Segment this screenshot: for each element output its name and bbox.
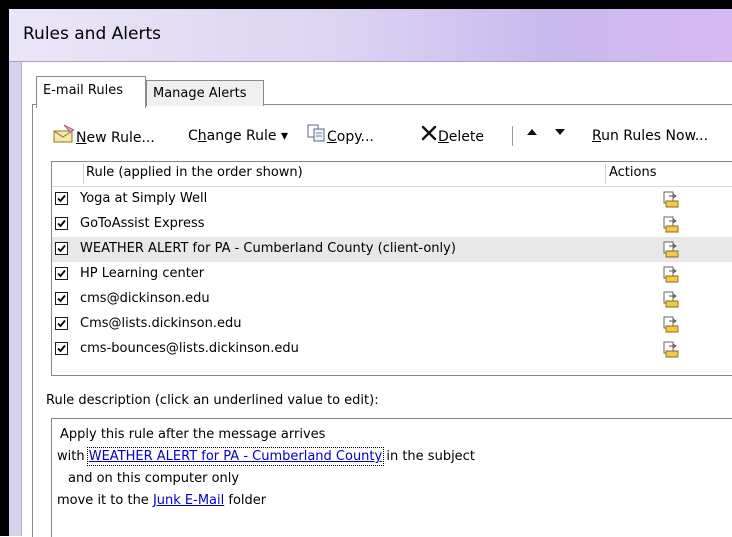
move-up-button[interactable] bbox=[524, 124, 540, 148]
move-to-folder-icon bbox=[662, 240, 680, 262]
rule-name: Yoga at Simply Well bbox=[80, 191, 208, 206]
rules-list[interactable]: Rule (applied in the order shown) Action… bbox=[51, 161, 732, 376]
description-line-action: move it to the Junk E-Mail folder bbox=[57, 493, 266, 508]
delete-x-icon bbox=[420, 124, 438, 150]
run-rules-label: un Rules Now... bbox=[601, 128, 709, 144]
run-rules-accel: R bbox=[592, 128, 602, 144]
junk-email-folder-link[interactable]: Junk E-Mail bbox=[153, 493, 224, 508]
window-title: Rules and Alerts bbox=[23, 24, 161, 44]
move-down-button[interactable] bbox=[552, 124, 568, 148]
new-rule-button[interactable]: New Rule... bbox=[52, 124, 155, 148]
tab-email-rules[interactable]: E-mail Rules bbox=[36, 76, 146, 108]
new-rule-label: ew Rule... bbox=[86, 130, 155, 146]
description-line-client-only: and on this computer only bbox=[68, 471, 240, 486]
column-header-rule[interactable]: Rule (applied in the order shown) bbox=[86, 165, 303, 180]
subject-words-link[interactable]: WEATHER ALERT for PA - Cumberland County bbox=[86, 447, 385, 466]
arrow-down-icon bbox=[552, 124, 568, 148]
rule-row[interactable]: HP Learning center bbox=[52, 262, 732, 287]
window-border-top bbox=[0, 0, 732, 9]
condition-prefix: with bbox=[57, 449, 89, 464]
rule-row-selected[interactable]: WEATHER ALERT for PA - Cumberland County… bbox=[52, 237, 732, 262]
action-prefix: move it to the bbox=[57, 493, 153, 508]
rule-name: Cms@lists.dickinson.edu bbox=[80, 316, 242, 331]
column-header-actions[interactable]: Actions bbox=[609, 165, 657, 180]
description-line-condition: with WEATHER ALERT for PA - Cumberland C… bbox=[57, 447, 475, 466]
rule-description-box: Apply this rule after the message arrive… bbox=[51, 418, 732, 537]
rule-enabled-checkbox[interactable] bbox=[55, 192, 68, 205]
rule-name: cms-bounces@lists.dickinson.edu bbox=[80, 341, 299, 356]
rule-row[interactable]: Yoga at Simply Well bbox=[52, 187, 732, 212]
copy-label: opy... bbox=[336, 129, 374, 145]
window-border-left bbox=[0, 0, 9, 536]
delete-label: elete bbox=[448, 129, 484, 145]
copy-accel: C bbox=[327, 129, 337, 145]
move-to-folder-icon bbox=[662, 290, 680, 312]
description-line-trigger: Apply this rule after the message arrive… bbox=[60, 427, 326, 442]
rule-enabled-checkbox[interactable] bbox=[55, 292, 68, 305]
delete-accel: D bbox=[438, 129, 449, 145]
rule-row[interactable]: cms-bounces@lists.dickinson.edu bbox=[52, 337, 732, 362]
title-bar[interactable]: Rules and Alerts bbox=[9, 9, 732, 62]
header-divider bbox=[605, 164, 606, 184]
rule-enabled-checkbox[interactable] bbox=[55, 217, 68, 230]
rule-name: WEATHER ALERT for PA - Cumberland County… bbox=[80, 241, 456, 256]
rule-description-label: Rule description (click an underlined va… bbox=[46, 393, 379, 408]
delete-button[interactable]: Delete bbox=[420, 124, 484, 148]
change-rule-button[interactable]: Change Rule ▾ bbox=[188, 124, 288, 148]
tab-manage-alerts[interactable]: Manage Alerts bbox=[146, 80, 264, 106]
rule-name: cms@dickinson.edu bbox=[80, 291, 210, 306]
copy-icon bbox=[307, 124, 327, 150]
rule-enabled-checkbox[interactable] bbox=[55, 267, 68, 280]
move-to-folder-icon bbox=[662, 215, 680, 237]
rule-name: HP Learning center bbox=[80, 266, 205, 281]
tab-manage-alerts-label: Manage Alerts bbox=[153, 86, 247, 101]
toolbar-separator bbox=[512, 126, 513, 146]
new-rule-accel: N bbox=[76, 130, 87, 146]
rule-row[interactable]: cms@dickinson.edu bbox=[52, 287, 732, 312]
new-rule-icon bbox=[52, 124, 76, 152]
change-rule-label: ange Rule ▾ bbox=[206, 128, 289, 144]
change-rule-label-pre: C bbox=[188, 128, 198, 144]
rules-toolbar: New Rule... Change Rule ▾ Copy... Delete bbox=[52, 122, 732, 150]
header-divider bbox=[83, 164, 84, 184]
move-to-folder-icon bbox=[662, 340, 680, 362]
run-rules-now-button[interactable]: Run Rules Now... bbox=[592, 124, 708, 148]
tab-email-rules-label: E-mail Rules bbox=[43, 83, 123, 98]
rule-row[interactable]: Cms@lists.dickinson.edu bbox=[52, 312, 732, 337]
copy-button[interactable]: Copy... bbox=[307, 124, 374, 148]
action-suffix: folder bbox=[224, 493, 267, 508]
rules-and-alerts-dialog: Rules and Alerts E-mail Rules Manage Ale… bbox=[0, 0, 732, 537]
rule-enabled-checkbox[interactable] bbox=[55, 342, 68, 355]
rule-enabled-checkbox[interactable] bbox=[55, 242, 68, 255]
rule-row[interactable]: GoToAssist Express bbox=[52, 212, 732, 237]
move-to-folder-icon bbox=[662, 190, 680, 212]
condition-suffix: in the subject bbox=[382, 449, 475, 464]
move-to-folder-icon bbox=[662, 315, 680, 337]
rules-list-header: Rule (applied in the order shown) Action… bbox=[52, 162, 732, 187]
rule-enabled-checkbox[interactable] bbox=[55, 317, 68, 330]
arrow-up-icon bbox=[524, 124, 540, 148]
rule-name: GoToAssist Express bbox=[80, 216, 205, 231]
move-to-folder-icon bbox=[662, 265, 680, 287]
change-rule-accel: h bbox=[197, 128, 207, 144]
